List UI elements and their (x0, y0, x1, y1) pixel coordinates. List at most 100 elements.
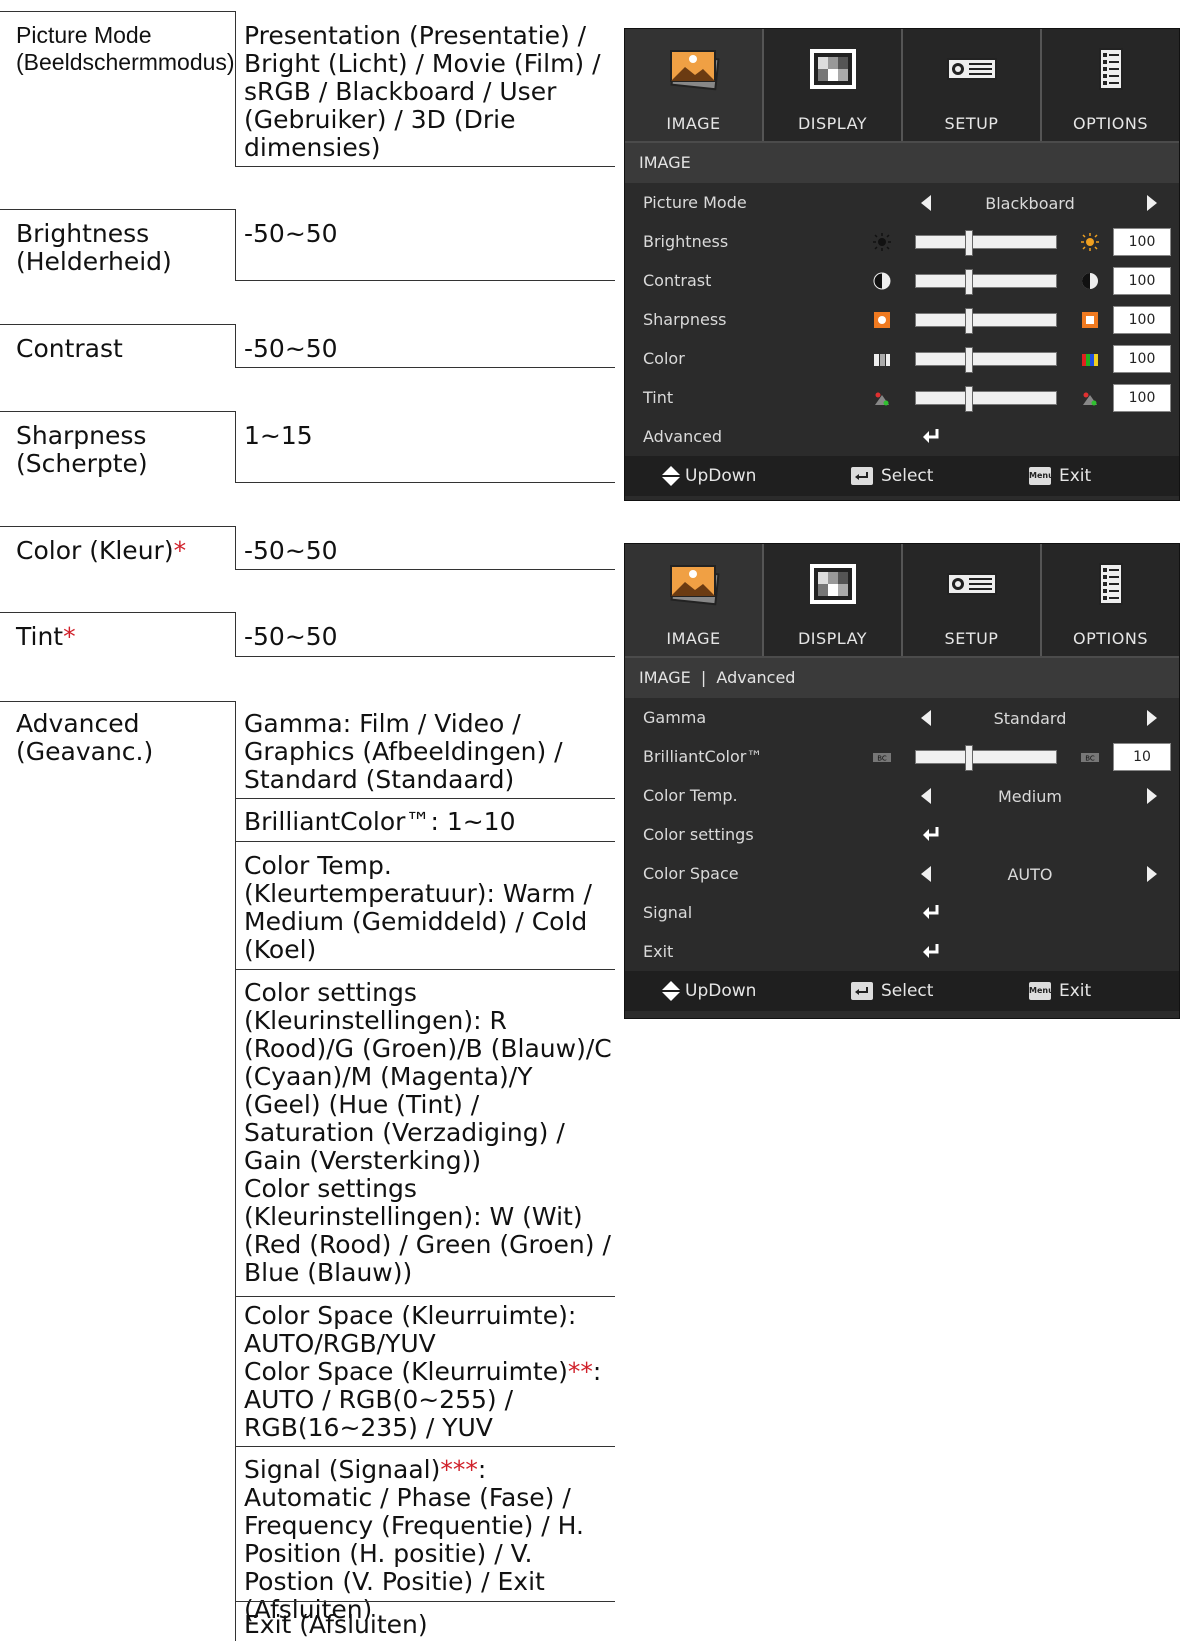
enter-icon[interactable] (921, 903, 941, 921)
menu-key-icon: Menu (1029, 982, 1054, 1000)
footer-bar: UpDown Select Menu Exit (625, 456, 1179, 496)
menu-row-tint[interactable]: Tint 100 (625, 378, 1179, 417)
tint-label: Tint (643, 388, 674, 407)
menu-row-brightness[interactable]: Brightness 100 (625, 222, 1179, 261)
image-icon (669, 565, 720, 606)
brilliantcolor-slider[interactable] (915, 745, 1057, 771)
tab-display[interactable]: DISPLAY (764, 29, 903, 141)
value-color-settings: Color settings (Kleurinstellingen): R (R… (244, 979, 614, 1287)
display-icon (809, 564, 856, 604)
color-slider[interactable] (915, 347, 1057, 373)
label-brightness: Brightness (Helderheid) (16, 219, 172, 276)
brilliantcolor-low-icon: BC (873, 753, 891, 763)
value-exit: Exit (Afsluiten) (244, 1610, 428, 1639)
menu-row-color-space[interactable]: Color Space AUTO (625, 854, 1179, 893)
color-value: 100 (1113, 345, 1171, 373)
brilliantcolor-value: 10 (1113, 743, 1171, 771)
label-picture-mode: Picture Mode (Beeldschermmodus) (16, 22, 235, 76)
contrast-low-icon (873, 272, 891, 290)
value-color-temp: Color Temp. (Kleurtemperatuur): Warm / M… (244, 851, 592, 964)
menu-row-gamma[interactable]: Gamma Standard (625, 698, 1179, 737)
tab-display[interactable]: DISPLAY (764, 544, 903, 656)
enter-icon[interactable] (921, 427, 941, 445)
osd-image-menu: IMAGE DISPLAY SETUP OPTIONS IMAGE Pictur… (624, 28, 1180, 501)
projector-icon (946, 58, 997, 80)
arrow-right-icon[interactable] (1147, 866, 1157, 882)
contrast-slider[interactable] (915, 269, 1057, 295)
tab-display-label: DISPLAY (797, 114, 868, 133)
enter-icon[interactable] (921, 942, 941, 960)
contrast-value: 100 (1113, 267, 1171, 295)
color-temp-value: Medium (998, 787, 1062, 806)
footer-select: Select (851, 466, 933, 486)
asterisk-mark: * (63, 622, 76, 651)
tab-image[interactable]: IMAGE (625, 29, 764, 141)
menu-row-exit[interactable]: Exit (625, 932, 1179, 971)
gamma-label: Gamma (643, 708, 707, 727)
tab-image[interactable]: IMAGE (625, 544, 764, 656)
menu-row-picture-mode[interactable]: Picture Mode Blackboard (625, 183, 1179, 222)
svg-text:BC: BC (1085, 755, 1095, 763)
asterisk-mark: ** (567, 1357, 593, 1386)
value-picture-mode: Presentation (Presentatie) / Bright (Lic… (244, 21, 601, 162)
footer-updown: UpDown (685, 981, 757, 1001)
tint-slider[interactable] (915, 386, 1057, 412)
tab-display-label: DISPLAY (797, 629, 868, 648)
arrow-right-icon[interactable] (1147, 788, 1157, 804)
label-sharpness: Sharpness (Scherpte) (16, 421, 148, 478)
enter-key-icon (851, 467, 873, 485)
tint-value: 100 (1113, 384, 1171, 412)
picture-mode-value: Blackboard (985, 194, 1075, 213)
footer-exit: Menu Exit (1029, 466, 1091, 486)
slider-knob[interactable] (964, 386, 973, 412)
tab-setup[interactable]: SETUP (903, 544, 1042, 656)
menu-tabs: IMAGE DISPLAY SETUP OPTIONS (625, 544, 1179, 656)
menu-row-color[interactable]: Color 100 (625, 339, 1179, 378)
tint-high-icon (1083, 392, 1097, 406)
menu-row-advanced[interactable]: Advanced (625, 417, 1179, 456)
asterisk-mark: *** (440, 1455, 478, 1484)
sun-bright-icon (1081, 233, 1099, 251)
label-color: Color (Kleur)* (16, 537, 186, 565)
color-temp-label: Color Temp. (643, 786, 738, 805)
tab-image-label: IMAGE (666, 629, 721, 648)
picture-mode-label: Picture Mode (643, 193, 747, 212)
arrow-right-icon[interactable] (1147, 195, 1157, 211)
updown-icon (662, 466, 680, 486)
enter-icon[interactable] (921, 825, 941, 843)
menu-row-brilliantcolor[interactable]: BrilliantColor™ BC BC 10 (625, 737, 1179, 776)
color-high-icon (1082, 354, 1098, 366)
arrow-right-icon[interactable] (1147, 710, 1157, 726)
menu-tabs: IMAGE DISPLAY SETUP OPTIONS (625, 29, 1179, 141)
tab-options[interactable]: OPTIONS (1042, 29, 1179, 141)
menu-row-signal[interactable]: Signal (625, 893, 1179, 932)
tab-options[interactable]: OPTIONS (1042, 544, 1179, 656)
projector-icon (946, 573, 997, 595)
menu-row-contrast[interactable]: Contrast 100 (625, 261, 1179, 300)
value-color: -50~50 (244, 536, 338, 565)
menu-row-color-settings[interactable]: Color settings (625, 815, 1179, 854)
slider-knob[interactable] (964, 308, 973, 334)
gamma-value: Standard (993, 709, 1067, 728)
arrow-left-icon[interactable] (921, 710, 931, 726)
sharpness-high-icon (1082, 312, 1098, 328)
sharpness-slider[interactable] (915, 308, 1057, 334)
tab-setup-label: SETUP (944, 629, 999, 648)
slider-knob[interactable] (964, 745, 973, 771)
label-picture-mode-en: Picture Mode (16, 22, 152, 48)
image-icon (669, 50, 720, 91)
brightness-slider[interactable] (915, 230, 1057, 256)
slider-knob[interactable] (964, 269, 973, 295)
menu-key-icon: Menu (1029, 467, 1054, 485)
arrow-left-icon[interactable] (921, 866, 931, 882)
menu-row-color-temp[interactable]: Color Temp. Medium (625, 776, 1179, 815)
color-label: Color (643, 349, 685, 368)
slider-knob[interactable] (964, 230, 973, 256)
tab-setup[interactable]: SETUP (903, 29, 1042, 141)
menu-row-sharpness[interactable]: Sharpness 100 (625, 300, 1179, 339)
sun-dim-icon (873, 233, 891, 251)
arrow-left-icon[interactable] (921, 195, 931, 211)
tint-low-icon (875, 392, 889, 406)
arrow-left-icon[interactable] (921, 788, 931, 804)
slider-knob[interactable] (964, 347, 973, 373)
